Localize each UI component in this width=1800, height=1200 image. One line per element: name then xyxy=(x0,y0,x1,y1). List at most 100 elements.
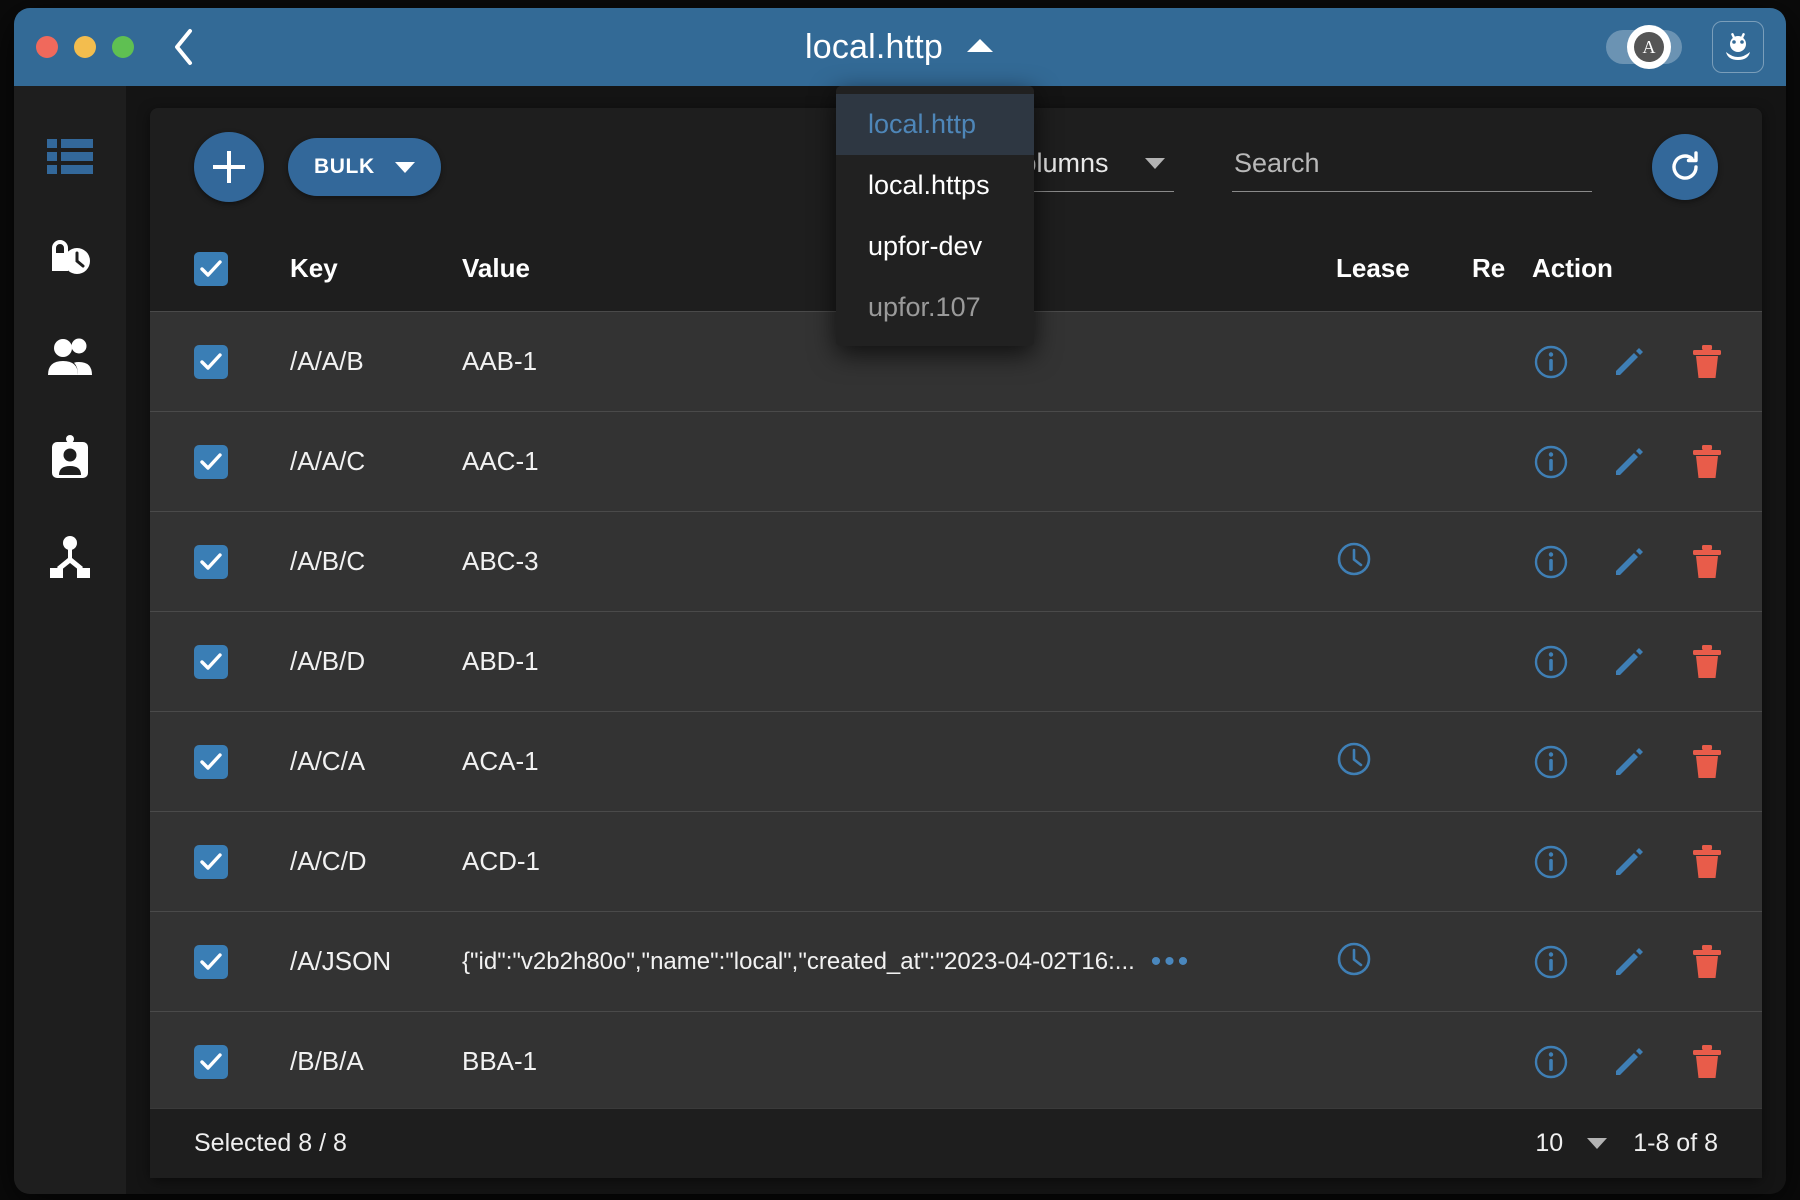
sidebar-item-leases[interactable] xyxy=(34,228,106,286)
search-field[interactable] xyxy=(1232,142,1592,192)
list-icon xyxy=(47,139,93,174)
table-row[interactable]: /A/C/D ACD-1 xyxy=(150,812,1762,912)
cell-lease xyxy=(1282,541,1472,582)
delete-icon[interactable] xyxy=(1688,843,1726,881)
edit-icon[interactable] xyxy=(1610,1043,1648,1081)
info-icon[interactable] xyxy=(1532,743,1570,781)
table-row[interactable]: /A/B/D ABD-1 xyxy=(150,612,1762,712)
row-checkbox[interactable] xyxy=(194,644,228,679)
edit-icon[interactable] xyxy=(1610,743,1648,781)
lease-clock-icon xyxy=(1282,942,1372,981)
edit-icon[interactable] xyxy=(1610,843,1648,881)
id-badge-icon xyxy=(52,435,88,478)
search-input[interactable] xyxy=(1234,148,1590,179)
row-select-cell xyxy=(194,844,290,879)
value-cell: AAB-1 xyxy=(462,346,1282,377)
endpoint-menu-item[interactable]: upfor-dev xyxy=(836,216,1034,277)
delete-icon[interactable] xyxy=(1688,343,1726,381)
edit-icon[interactable] xyxy=(1610,343,1648,381)
add-key-button[interactable] xyxy=(194,132,264,202)
keys-table: Key Value Lease Re Action /A/A/B AAB-1/A/… xyxy=(150,226,1762,1108)
row-select-cell xyxy=(194,544,290,579)
value-expand-button[interactable]: ••• xyxy=(1151,946,1192,976)
sidebar-item-cluster[interactable] xyxy=(34,528,106,586)
cell-value: ACD-1 xyxy=(462,846,541,876)
row-checkbox[interactable] xyxy=(194,344,228,379)
edit-icon[interactable] xyxy=(1610,443,1648,481)
table-row[interactable]: /A/B/C ABC-3 xyxy=(150,512,1762,612)
sidebar-item-users[interactable] xyxy=(34,328,106,386)
cell-value: {"id":"v2b2h80o","name":"local","created… xyxy=(462,947,1135,975)
back-chevron-icon[interactable] xyxy=(166,27,200,67)
endpoint-dropdown-menu[interactable]: local.http local.https upfor-dev upfor.107 xyxy=(836,86,1034,346)
info-icon[interactable] xyxy=(1532,543,1570,581)
cell-key: /A/B/D xyxy=(290,646,366,676)
edit-icon[interactable] xyxy=(1610,643,1648,681)
cell-value: ACA-1 xyxy=(462,746,539,776)
info-icon[interactable] xyxy=(1532,843,1570,881)
delete-icon[interactable] xyxy=(1688,643,1726,681)
sidebar-item-roles[interactable] xyxy=(34,428,106,486)
select-all-cell xyxy=(194,251,290,286)
delete-icon[interactable] xyxy=(1688,443,1726,481)
info-icon[interactable] xyxy=(1532,643,1570,681)
info-icon[interactable] xyxy=(1532,943,1570,981)
delete-icon[interactable] xyxy=(1688,1043,1726,1081)
row-checkbox[interactable] xyxy=(194,544,228,579)
row-actions xyxy=(1532,443,1762,481)
row-actions xyxy=(1532,343,1762,381)
title-bar-actions: A xyxy=(1606,21,1764,73)
cell-value: BBA-1 xyxy=(462,1046,538,1076)
header-revision[interactable]: Re xyxy=(1472,253,1532,284)
theme-toggle[interactable]: A xyxy=(1606,25,1682,69)
select-all-checkbox[interactable] xyxy=(194,251,228,286)
rows-per-page-select[interactable]: 10 xyxy=(1535,1129,1608,1158)
cell-key: /A/C/D xyxy=(290,846,367,876)
delete-icon[interactable] xyxy=(1688,743,1726,781)
table-row[interactable]: /A/A/C AAC-1 xyxy=(150,412,1762,512)
endpoint-menu-item[interactable]: upfor.107 xyxy=(836,277,1034,338)
edit-icon[interactable] xyxy=(1610,543,1648,581)
refresh-button[interactable] xyxy=(1652,134,1718,200)
minimize-button[interactable] xyxy=(74,36,96,58)
table-row[interactable]: /A/C/A ACA-1 xyxy=(150,712,1762,812)
row-checkbox[interactable] xyxy=(194,444,228,479)
chevron-down-icon xyxy=(1144,158,1165,169)
maximize-button[interactable] xyxy=(112,36,134,58)
selected-count: Selected 8 / 8 xyxy=(194,1129,347,1157)
delete-icon[interactable] xyxy=(1688,543,1726,581)
row-checkbox[interactable] xyxy=(194,844,228,879)
row-checkbox[interactable] xyxy=(194,944,228,979)
cell-value: ABD-1 xyxy=(462,646,539,676)
close-button[interactable] xyxy=(36,36,58,58)
header-lease[interactable]: Lease xyxy=(1282,253,1472,284)
sidebar xyxy=(14,86,126,1194)
endpoint-menu-item[interactable]: local.http xyxy=(836,94,1034,155)
delete-icon[interactable] xyxy=(1688,943,1726,981)
info-icon[interactable] xyxy=(1532,1043,1570,1081)
lease-clock-icon xyxy=(1282,742,1372,781)
debug-button[interactable] xyxy=(1712,21,1764,73)
row-select-cell xyxy=(194,1044,290,1079)
endpoint-menu-item[interactable]: local.https xyxy=(836,155,1034,216)
cell-key: /B/B/A xyxy=(290,1046,364,1076)
row-checkbox[interactable] xyxy=(194,1044,228,1079)
edit-icon[interactable] xyxy=(1610,943,1648,981)
value-cell: ACD-1 xyxy=(462,846,1282,877)
sidebar-item-keys[interactable] xyxy=(34,128,106,186)
row-checkbox[interactable] xyxy=(194,744,228,779)
bulk-button[interactable]: BULK xyxy=(288,138,441,196)
cell-key: /A/A/C xyxy=(290,446,366,476)
table-row[interactable]: /B/B/A BBA-1 xyxy=(150,1012,1762,1108)
cell-value: ABC-3 xyxy=(462,546,539,576)
chevron-down-icon xyxy=(394,161,415,173)
header-key[interactable]: Key xyxy=(290,253,462,284)
table-row[interactable]: /A/JSON {"id":"v2b2h80o","name":"local","… xyxy=(150,912,1762,1012)
chevron-up-icon[interactable] xyxy=(965,36,995,59)
header-action: Action xyxy=(1532,253,1613,283)
plus-icon xyxy=(213,151,245,183)
row-actions xyxy=(1532,943,1762,981)
table-body: /A/A/B AAB-1/A/A/C AAC-1/A/B/C ABC-3/A/B/D A… xyxy=(150,312,1762,1108)
info-icon[interactable] xyxy=(1532,443,1570,481)
info-icon[interactable] xyxy=(1532,343,1570,381)
